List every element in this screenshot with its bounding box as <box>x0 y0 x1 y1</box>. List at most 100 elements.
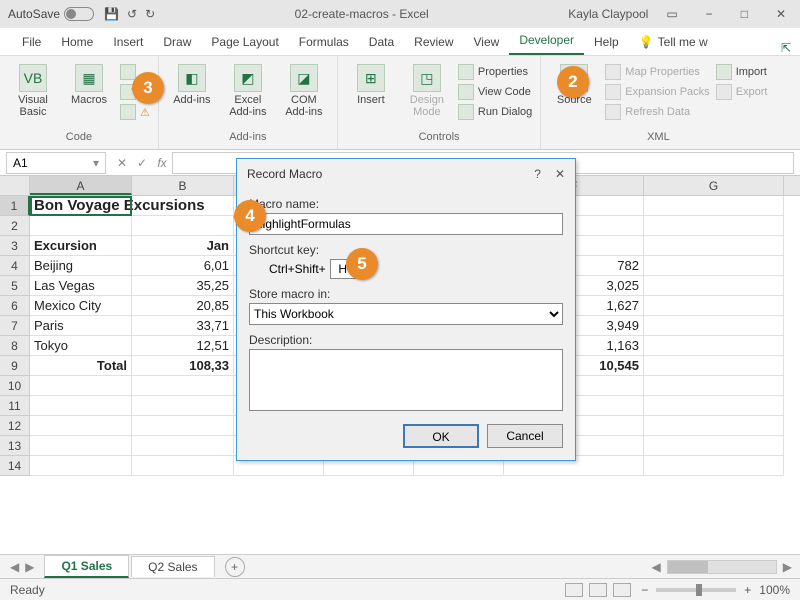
view-normal-icon[interactable] <box>565 583 583 597</box>
row-2-hdr[interactable]: 2 <box>0 216 30 236</box>
row-6-hdr[interactable]: 6 <box>0 296 30 316</box>
tab-data[interactable]: Data <box>359 29 404 55</box>
tab-draw[interactable]: Draw <box>153 29 201 55</box>
map-properties-button[interactable]: Map Properties <box>605 64 709 80</box>
fx-icon[interactable]: fx <box>152 156 172 170</box>
name-box-value: A1 <box>13 156 28 170</box>
ok-button[interactable]: OK <box>403 424 479 448</box>
row-11-hdr[interactable]: 11 <box>0 396 30 416</box>
row-8-hdr[interactable]: 8 <box>0 336 30 356</box>
row-7-hdr[interactable]: 7 <box>0 316 30 336</box>
tell-me-search[interactable]: 💡Tell me w <box>629 29 718 55</box>
tab-developer[interactable]: Developer <box>509 27 584 55</box>
tab-nav-prev-icon[interactable]: ◀ <box>10 560 19 574</box>
row-4-hdr[interactable]: 4 <box>0 256 30 276</box>
refresh-data-button[interactable]: Refresh Data <box>605 104 709 120</box>
design-mode-label: Design Mode <box>402 94 452 118</box>
row-1-hdr[interactable]: 1 <box>0 196 30 216</box>
tab-view[interactable]: View <box>464 29 510 55</box>
save-icon[interactable]: 💾 <box>104 7 119 21</box>
cell-A1[interactable]: Bon Voyage Excursions <box>30 196 132 216</box>
store-macro-select[interactable]: This Workbook <box>249 303 563 325</box>
run-dialog-button[interactable]: Run Dialog <box>458 104 532 120</box>
description-input[interactable] <box>249 349 563 411</box>
name-box[interactable]: A1 ▾ <box>6 152 106 174</box>
zoom-thumb[interactable] <box>696 584 702 596</box>
export-icon <box>716 84 732 100</box>
callout-4: 4 <box>234 200 266 232</box>
dialog-close-icon[interactable]: ✕ <box>555 167 565 181</box>
hscroll-track[interactable] <box>667 560 777 574</box>
store-macro-label: Store macro in: <box>249 287 563 301</box>
select-all-corner[interactable] <box>0 176 30 195</box>
group-controls-label: Controls <box>346 131 532 145</box>
view-code-button[interactable]: View Code <box>458 84 532 100</box>
zoom-slider[interactable] <box>656 588 736 592</box>
dialog-help-icon[interactable]: ? <box>534 167 541 181</box>
redo-icon[interactable]: ↻ <box>145 7 155 21</box>
col-A[interactable]: A <box>30 176 132 195</box>
maximize-icon[interactable]: □ <box>735 7 754 21</box>
ribbon-options-icon[interactable]: ▭ <box>660 7 683 21</box>
tab-home[interactable]: Home <box>51 29 103 55</box>
zoom-in-button[interactable]: + <box>744 583 751 597</box>
enter-formula-icon[interactable]: ✓ <box>132 156 152 170</box>
macro-name-input[interactable] <box>249 213 563 235</box>
cancel-button[interactable]: Cancel <box>487 424 563 448</box>
tab-formulas[interactable]: Formulas <box>289 29 359 55</box>
tab-nav-next-icon[interactable]: ▶ <box>25 560 34 574</box>
cell-B1[interactable] <box>132 196 234 216</box>
undo-icon[interactable]: ↺ <box>127 7 137 21</box>
expansion-packs-button[interactable]: Expansion Packs <box>605 84 709 100</box>
hscroll-right-icon[interactable]: ▶ <box>783 560 792 574</box>
sheet-tab-q1[interactable]: Q1 Sales <box>44 555 129 578</box>
minimize-icon[interactable]: − <box>700 7 719 21</box>
share-button[interactable]: ⇱ <box>772 41 800 55</box>
tab-page-layout[interactable]: Page Layout <box>201 29 288 55</box>
row-10-hdr[interactable]: 10 <box>0 376 30 396</box>
tab-file[interactable]: File <box>12 29 51 55</box>
import-icon <box>716 64 732 80</box>
hscroll-left-icon[interactable]: ◀ <box>652 560 661 574</box>
tab-review[interactable]: Review <box>404 29 463 55</box>
zoom-out-button[interactable]: − <box>641 583 648 597</box>
zoom-level[interactable]: 100% <box>759 583 790 597</box>
tab-help[interactable]: Help <box>584 29 629 55</box>
add-sheet-button[interactable]: + <box>225 557 245 577</box>
view-pagelayout-icon[interactable] <box>589 583 607 597</box>
row-9-hdr[interactable]: 9 <box>0 356 30 376</box>
macro-security-button[interactable]: ⚠ <box>120 104 150 120</box>
addins-button[interactable]: ◧Add-ins <box>167 60 217 106</box>
properties-button[interactable]: Properties <box>458 64 532 80</box>
row-14-hdr[interactable]: 14 <box>0 456 30 476</box>
view-pagebreak-icon[interactable] <box>613 583 631 597</box>
group-xml-label: XML <box>549 131 767 145</box>
visual-basic-button[interactable]: VBVisual Basic <box>8 60 58 118</box>
toggle-switch-icon[interactable] <box>64 7 94 21</box>
row-3-hdr[interactable]: 3 <box>0 236 30 256</box>
com-addins-button[interactable]: ◪COM Add-ins <box>279 60 329 118</box>
excel-addins-button[interactable]: ◩Excel Add-ins <box>223 60 273 118</box>
properties-label: Properties <box>478 66 528 78</box>
lightbulb-icon: 💡 <box>639 35 654 49</box>
tab-insert[interactable]: Insert <box>103 29 153 55</box>
row-12-hdr[interactable]: 12 <box>0 416 30 436</box>
row-5-hdr[interactable]: 5 <box>0 276 30 296</box>
import-button[interactable]: Import <box>716 64 768 80</box>
sheet-tab-q2[interactable]: Q2 Sales <box>131 556 214 577</box>
col-G[interactable]: G <box>644 176 784 195</box>
chevron-down-icon[interactable]: ▾ <box>93 156 99 170</box>
close-icon[interactable]: ✕ <box>770 7 792 21</box>
macros-button[interactable]: ▦Macros <box>64 60 114 106</box>
design-mode-button[interactable]: ◳Design Mode <box>402 60 452 118</box>
insert-control-button[interactable]: ⊞Insert <box>346 60 396 106</box>
dialog-titlebar[interactable]: Record Macro ?✕ <box>237 159 575 189</box>
cancel-formula-icon[interactable]: ✕ <box>112 156 132 170</box>
export-button[interactable]: Export <box>716 84 768 100</box>
autosave-toggle[interactable]: AutoSave <box>8 7 94 21</box>
col-B[interactable]: B <box>132 176 234 195</box>
hscroll-thumb[interactable] <box>668 561 708 573</box>
macros-icon: ▦ <box>75 64 103 92</box>
row-13-hdr[interactable]: 13 <box>0 436 30 456</box>
user-name[interactable]: Kayla Claypool <box>568 7 648 21</box>
